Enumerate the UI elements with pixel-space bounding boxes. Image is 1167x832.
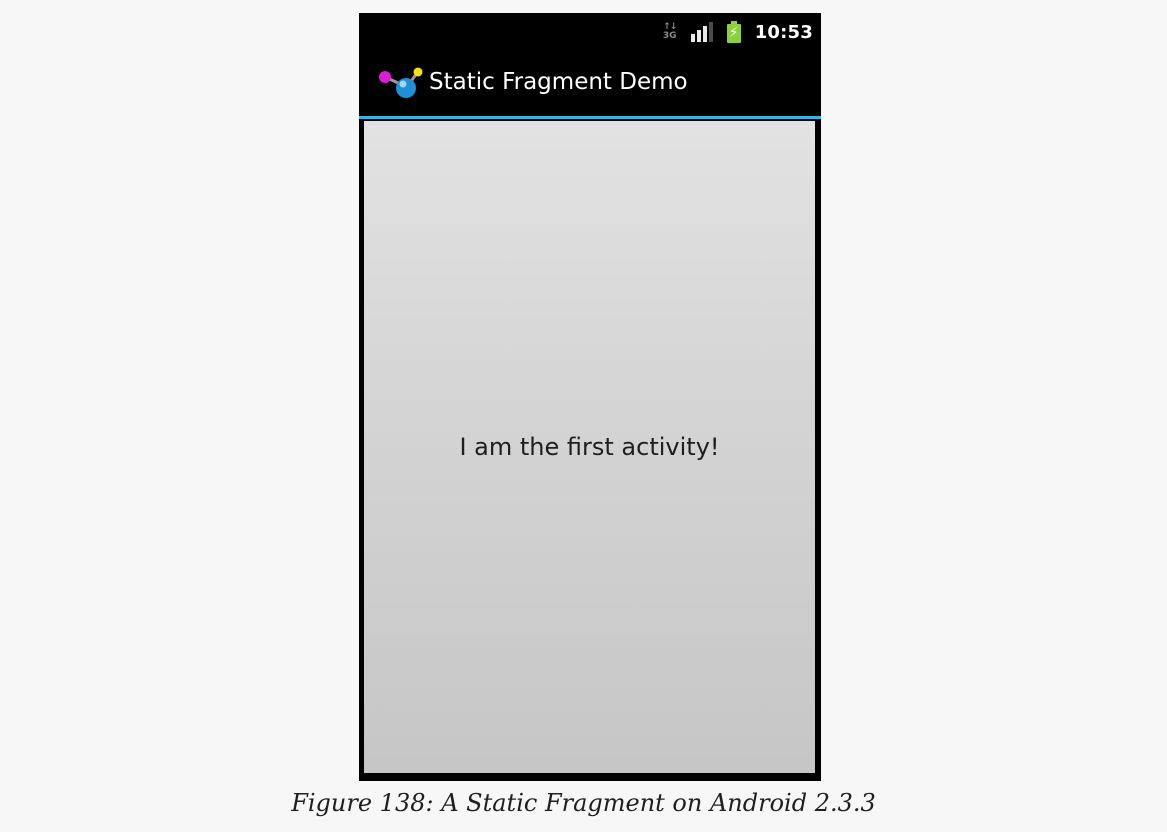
activity-message: I am the first activity! xyxy=(459,433,720,461)
page: ↑↓ 3G ⚡ 10:53 Static Fragment Demo I am … xyxy=(0,0,1167,832)
phone-screen: ↑↓ 3G ⚡ 10:53 Static Fragment Demo I am … xyxy=(359,13,821,781)
status-clock: 10:53 xyxy=(754,21,813,43)
status-bar: ↑↓ 3G ⚡ 10:53 xyxy=(359,13,821,50)
fragment-content: I am the first activity! xyxy=(364,121,815,773)
data-3g-icon: ↑↓ 3G xyxy=(663,20,677,44)
title-divider xyxy=(359,116,821,119)
status-icons: ↑↓ 3G ⚡ 10:53 xyxy=(663,19,813,45)
network-type: 3G xyxy=(662,31,677,41)
figure-caption: Figure 138: A Static Fragment on Android… xyxy=(291,789,876,817)
app-title: Static Fragment Demo xyxy=(429,69,688,95)
battery-charging-icon: ⚡ xyxy=(726,21,741,43)
signal-strength-icon xyxy=(690,22,713,42)
app-molecule-icon xyxy=(379,67,423,98)
app-title-bar: Static Fragment Demo xyxy=(359,50,821,116)
